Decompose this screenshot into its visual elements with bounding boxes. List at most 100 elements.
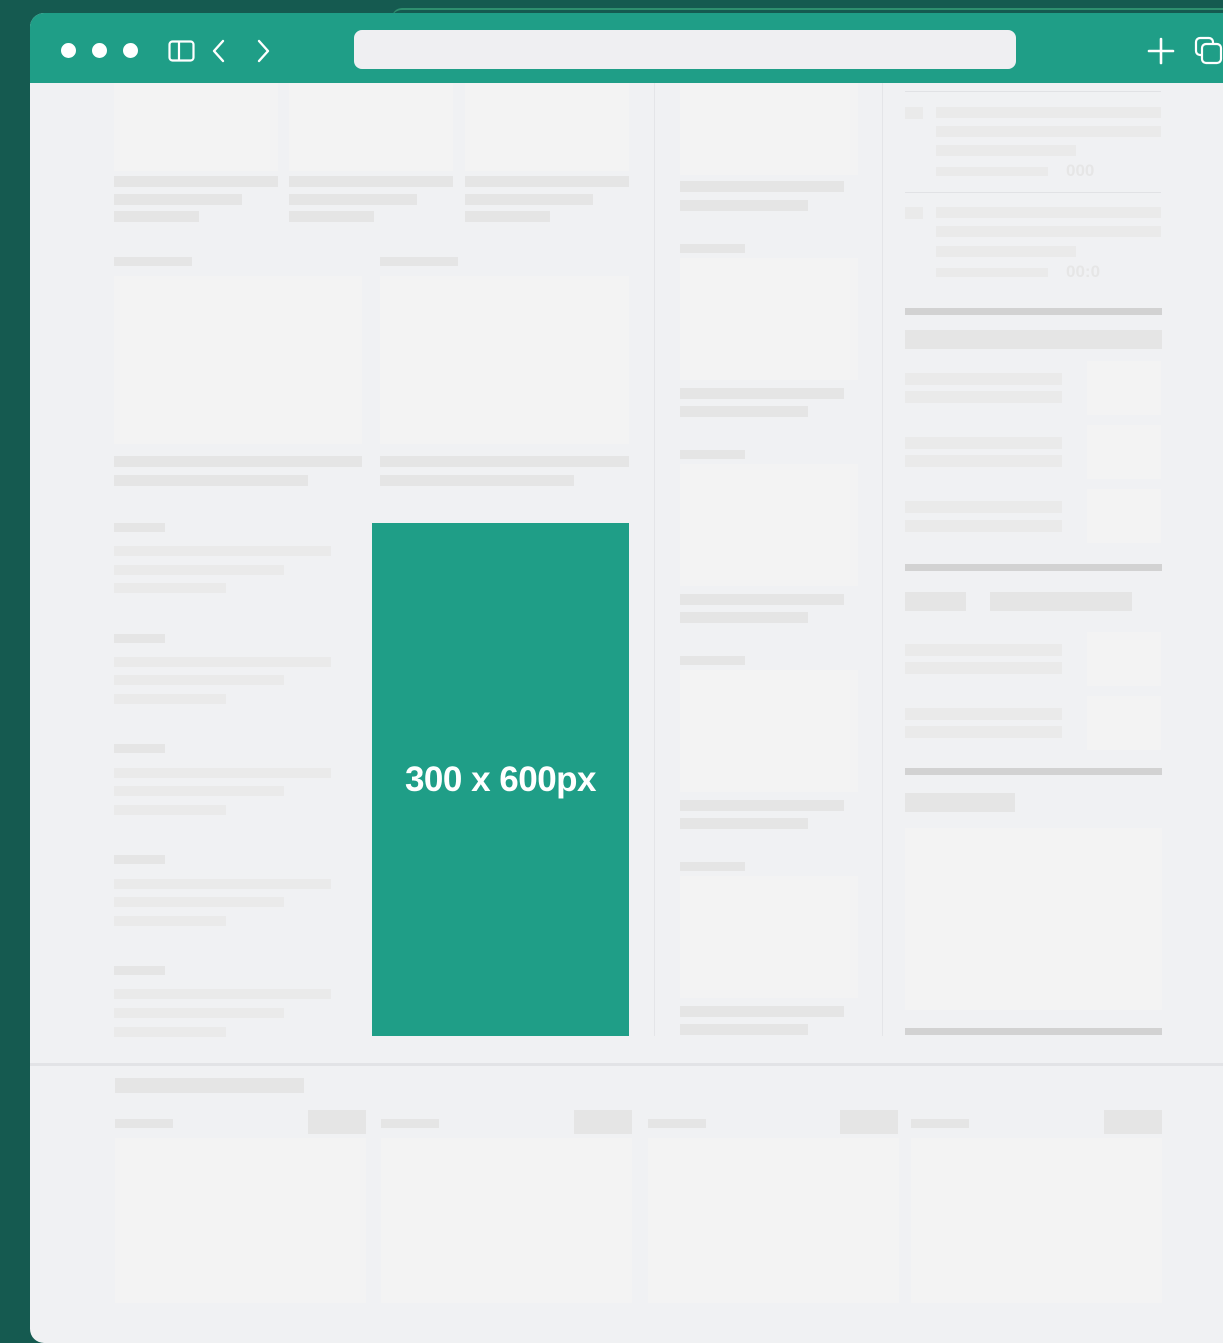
- widget-row-line: [905, 391, 1062, 403]
- sidebar-item-meta: [936, 268, 1048, 277]
- list-item-line: [114, 565, 284, 575]
- middle-card-title: [680, 181, 844, 192]
- list-item-label: [114, 855, 165, 864]
- sidebar-item-line: [936, 145, 1076, 156]
- card-title-line: [465, 176, 629, 187]
- widget-heading: [905, 793, 1015, 812]
- section-label: [380, 257, 458, 266]
- sidebar-item-line: [936, 107, 1161, 118]
- widget-rule: [905, 564, 1162, 571]
- widget-row-thumb: [1087, 361, 1161, 415]
- sidebar-item-meta: [936, 167, 1048, 176]
- feature-image: [114, 276, 362, 444]
- footer-card-label: [381, 1119, 439, 1128]
- list-item-line: [114, 583, 226, 593]
- card-image: [289, 83, 453, 171]
- forward-icon[interactable]: [255, 39, 271, 63]
- list-item-line: [114, 657, 331, 667]
- sidebar-toggle-icon[interactable]: [168, 40, 196, 62]
- middle-card-image: [680, 258, 858, 380]
- widget-row-line: [905, 501, 1062, 513]
- list-item-label: [114, 523, 165, 532]
- card-image: [465, 83, 629, 171]
- list-item-line: [114, 805, 226, 815]
- middle-card-image: [680, 83, 858, 175]
- footer-card-button[interactable]: [1104, 1110, 1162, 1134]
- middle-card-title: [680, 1006, 844, 1017]
- sidebar-divider: [905, 91, 1161, 92]
- middle-card-text: [680, 1024, 808, 1035]
- list-item-line: [114, 989, 331, 999]
- list-item-line: [114, 1008, 284, 1018]
- footer-heading: [115, 1078, 304, 1093]
- middle-card-label: [680, 656, 745, 665]
- card-title-line: [114, 176, 278, 187]
- card-text-line: [114, 194, 242, 205]
- footer-card-button[interactable]: [840, 1110, 898, 1134]
- feature-title-line: [114, 456, 362, 467]
- window-minimize-button[interactable]: [92, 43, 107, 58]
- widget-heading: [905, 330, 1162, 349]
- widget-row-thumb: [1087, 696, 1161, 750]
- widget-row-line: [905, 726, 1062, 738]
- widget-row-line: [905, 662, 1062, 674]
- widget-rule: [905, 308, 1162, 315]
- sidebar-item-line: [936, 207, 1161, 218]
- card-image: [114, 83, 278, 171]
- list-item-line: [114, 768, 331, 778]
- back-icon[interactable]: [211, 39, 227, 63]
- feature-title-line: [380, 456, 629, 467]
- footer-divider: [30, 1063, 1223, 1066]
- new-tab-icon[interactable]: [1147, 37, 1175, 65]
- list-item-line: [114, 916, 226, 926]
- middle-card-image: [680, 464, 858, 586]
- middle-card-label: [680, 862, 745, 871]
- footer-card-button[interactable]: [574, 1110, 632, 1134]
- footer-card-label: [115, 1119, 173, 1128]
- feature-text-line: [114, 475, 308, 486]
- widget-tab[interactable]: [905, 592, 966, 611]
- column-divider: [882, 83, 883, 1036]
- card-text-line: [289, 194, 417, 205]
- card-title-line: [289, 176, 453, 187]
- widget-row-line: [905, 373, 1062, 385]
- feature-text-line: [380, 475, 574, 486]
- sidebar-item-line: [936, 126, 1161, 137]
- footer-card-label: [911, 1119, 969, 1128]
- card-text-line: [465, 211, 550, 222]
- middle-card-label: [680, 244, 745, 253]
- list-item-line: [114, 1027, 226, 1037]
- sidebar-item-avatar: [905, 207, 923, 219]
- ad-slot-label: 300 x 600px: [404, 759, 597, 799]
- middle-card-title: [680, 800, 844, 811]
- middle-card-text: [680, 200, 808, 211]
- page-content: 300 x 600px 000 00:0: [30, 83, 1223, 1343]
- footer-card: [115, 1138, 366, 1303]
- list-item-line: [114, 897, 284, 907]
- address-bar[interactable]: [354, 30, 1016, 69]
- list-item-line: [114, 546, 331, 556]
- middle-card-label: [680, 450, 745, 459]
- ad-slot-300x600[interactable]: 300 x 600px: [372, 523, 629, 1036]
- section-label: [114, 257, 192, 266]
- list-item-line: [114, 879, 331, 889]
- footer-card-button[interactable]: [308, 1110, 366, 1134]
- list-item-line: [114, 675, 284, 685]
- tab-overview-icon[interactable]: [1194, 36, 1223, 66]
- widget-row-line: [905, 455, 1062, 467]
- column-divider: [654, 83, 655, 1036]
- widget-tab[interactable]: [990, 592, 1132, 611]
- sidebar-item-line: [936, 246, 1076, 257]
- middle-card-text: [680, 818, 808, 829]
- middle-card-image: [680, 876, 858, 998]
- footer-card: [911, 1138, 1162, 1303]
- footer-card: [648, 1138, 899, 1303]
- widget-rule: [905, 1028, 1162, 1035]
- middle-card-text: [680, 406, 808, 417]
- widget-row-line: [905, 437, 1062, 449]
- widget-row-thumb: [1087, 425, 1161, 479]
- window-close-button[interactable]: [61, 43, 76, 58]
- widget-row-line: [905, 644, 1062, 656]
- middle-card-image: [680, 670, 858, 792]
- window-zoom-button[interactable]: [123, 43, 138, 58]
